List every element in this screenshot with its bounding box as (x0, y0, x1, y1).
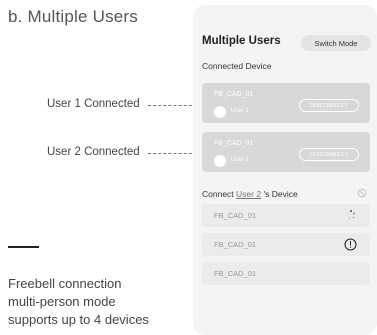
available-device-card[interactable]: FB_CAD_01 (202, 204, 370, 227)
device-name: FB_CAD_01 (214, 140, 254, 147)
connected-device-heading: Connected Device (202, 61, 272, 71)
device-name: FB_CAD_01 (214, 91, 254, 98)
available-device-card[interactable]: FB_CAD_01 (202, 233, 370, 256)
device-name: FB_CAD_01 (214, 240, 257, 249)
connect-suffix: 's Device (263, 189, 298, 199)
multiple-users-panel: Multiple Users Switch Mode Connected Dev… (193, 5, 377, 335)
user-avatar (214, 106, 226, 118)
description-line-2: multi-person mode (8, 294, 116, 309)
user-avatar (214, 155, 226, 167)
connected-device-card: FB_CAD_01 User 2 DISCONNECT (202, 132, 370, 172)
device-user: User 2 (231, 157, 249, 163)
loading-spinner-icon (347, 209, 355, 220)
user1-annotation: User 1 Connected (47, 98, 140, 110)
exclamation-circle-icon (344, 238, 357, 251)
description-line-1: Freebell connection (8, 276, 122, 291)
connect-prefix: Connect (202, 189, 234, 199)
switch-mode-button[interactable]: Switch Mode (301, 35, 371, 51)
device-name: FB_CAD_01 (214, 211, 257, 220)
connect-heading: Connect User 2 's Device (202, 189, 370, 199)
refresh-icon[interactable] (357, 188, 367, 198)
connect-user-link[interactable]: User 2 (236, 189, 261, 199)
panel-title: Multiple Users (202, 35, 281, 47)
connected-device-card: FB_CAD_01 User 1 DISCONNECT (202, 83, 370, 123)
description: Freebell connection multi-person mode su… (8, 275, 178, 329)
device-name: FB_CAD_01 (214, 269, 257, 278)
user2-annotation: User 2 Connected (47, 146, 140, 158)
available-device-card[interactable]: FB_CAD_01 (202, 262, 370, 285)
section-title: b. Multiple Users (8, 7, 138, 26)
accent-divider (8, 246, 39, 248)
description-line-3: supports up to 4 devices (8, 312, 149, 327)
disconnect-button[interactable]: DISCONNECT (299, 148, 359, 161)
device-user: User 1 (231, 108, 249, 114)
disconnect-button[interactable]: DISCONNECT (299, 99, 359, 112)
